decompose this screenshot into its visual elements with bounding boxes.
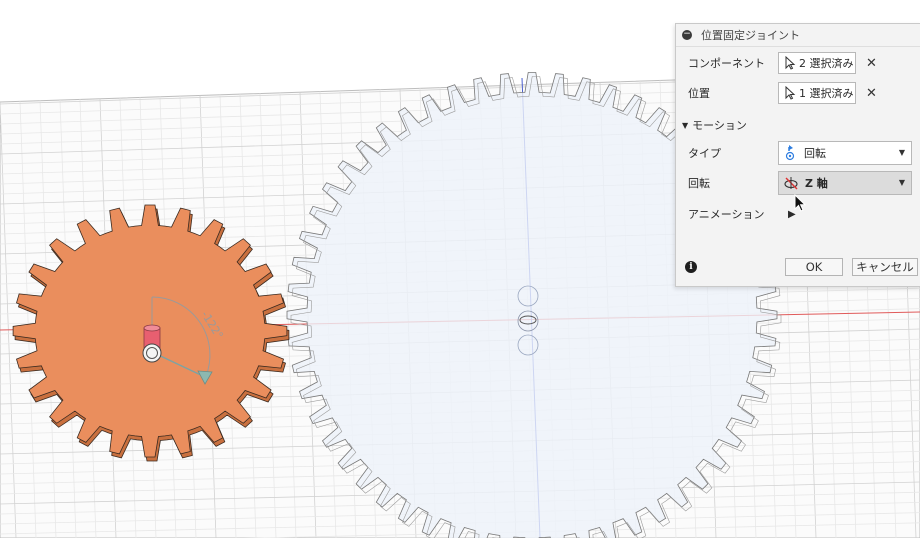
component-value: 2 選択済み — [799, 57, 854, 70]
axis-rotation-icon — [784, 177, 798, 190]
info-icon[interactable]: i — [685, 261, 697, 273]
position-value: 1 選択済み — [799, 87, 854, 100]
position-clear-icon[interactable]: ✕ — [866, 86, 877, 101]
expand-triangle-icon: ▼ — [682, 120, 689, 130]
position-row: 位置 1 選択済み ✕ — [688, 82, 877, 104]
ok-button[interactable]: OK — [785, 258, 843, 276]
rotation-axis-value: Z 軸 — [805, 177, 828, 190]
position-label: 位置 — [688, 87, 710, 100]
component-clear-icon[interactable]: ✕ — [866, 56, 877, 71]
type-label: タイプ — [688, 147, 721, 160]
cancel-button[interactable]: キャンセル — [852, 258, 918, 276]
collapse-icon[interactable]: − — [682, 30, 692, 40]
motion-section-toggle[interactable]: ▼ モーション — [682, 117, 747, 133]
type-row: タイプ 回転 ▼ — [688, 141, 912, 165]
animation-row: アニメーション ▶ — [688, 206, 796, 222]
rotation-row: 回転 Z 軸 ▼ — [688, 171, 912, 195]
joint-axis-cylinder[interactable] — [142, 324, 162, 363]
dropdown-caret-icon: ▼ — [898, 178, 905, 187]
dialog-title: 位置固定ジョイント — [701, 29, 800, 42]
position-selector[interactable]: 1 選択済み — [778, 82, 856, 104]
component-label: コンポーネント — [688, 57, 765, 70]
animation-label: アニメーション — [688, 208, 765, 221]
component-selector[interactable]: 2 選択済み — [778, 52, 856, 74]
cursor-select-icon — [785, 56, 796, 70]
mouse-cursor-icon — [794, 194, 807, 212]
type-value: 回転 — [804, 147, 826, 160]
dialog-header[interactable]: − 位置固定ジョイント — [676, 24, 920, 47]
rotation-label: 回転 — [688, 177, 710, 190]
type-dropdown[interactable]: 回転 ▼ — [778, 141, 912, 165]
component-row: コンポーネント 2 選択済み ✕ — [688, 52, 877, 74]
revolute-joint-icon — [785, 145, 795, 161]
motion-section-label: モーション — [692, 119, 747, 132]
rotation-axis-dropdown[interactable]: Z 軸 ▼ — [778, 171, 912, 195]
joint-dialog: − 位置固定ジョイント コンポーネント 2 選択済み ✕ 位置 1 選択済み ✕… — [675, 23, 920, 287]
dropdown-caret-icon: ▼ — [898, 148, 905, 157]
cursor-select-icon — [785, 86, 796, 100]
